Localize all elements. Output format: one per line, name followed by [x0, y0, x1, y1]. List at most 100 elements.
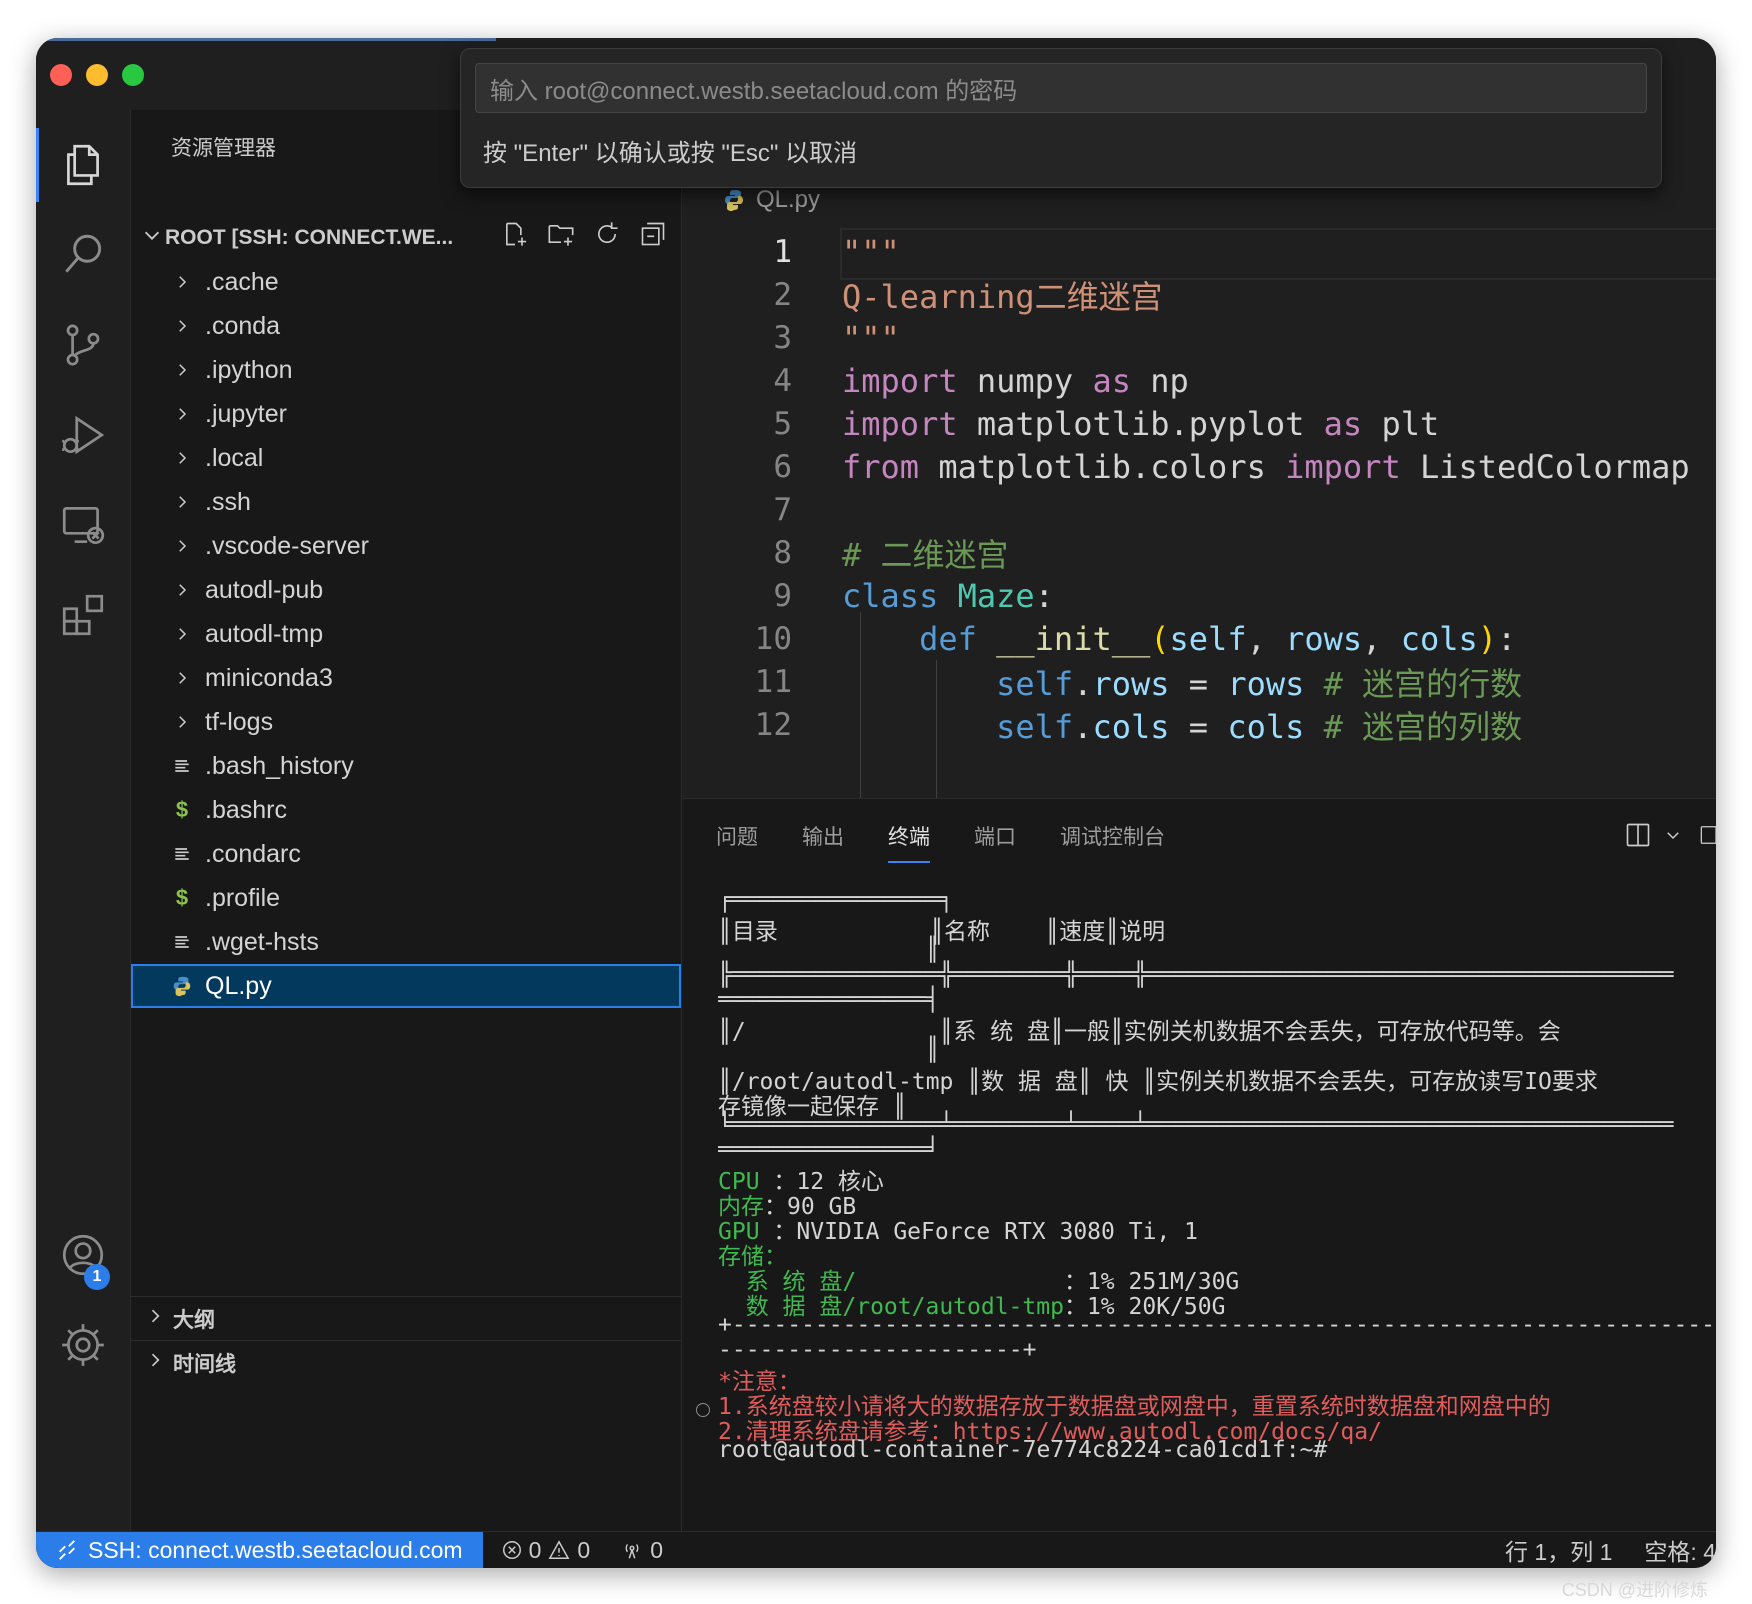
code-text: class Maze:: [842, 577, 1054, 615]
code-line[interactable]: 9 class Maze:: [682, 572, 1716, 620]
terminal-line: GPU ：NVIDIA GeForce RTX 3080 Ti, 1: [718, 1212, 1198, 1246]
code-line[interactable]: 11 self.rows = rows # 迷宫的行数: [682, 658, 1716, 706]
zoom-window-button[interactable]: [122, 64, 144, 86]
workspace-root[interactable]: ROOT [SSH: CONNECT.WE...: [131, 218, 681, 258]
files-icon: [67, 144, 99, 186]
tab-ql-py[interactable]: QL.py: [682, 186, 820, 214]
panel-tabs: 问题 输出 终端 端口 调试控制台: [716, 821, 1165, 863]
ports-indicator[interactable]: 0: [620, 1537, 663, 1564]
remote-icon: [59, 1540, 75, 1560]
code-token: matplotlib.pyplot: [957, 405, 1324, 443]
search-activity[interactable]: [36, 210, 130, 300]
cursor-position[interactable]: 行 1，列 1: [1505, 1533, 1612, 1567]
tree-item-label: .ssh: [205, 487, 251, 516]
collapse-all-icon[interactable]: [639, 220, 667, 248]
indentation-indicator[interactable]: 空格: 4: [1644, 1533, 1716, 1567]
code-line[interactable]: 12 self.cols = cols # 迷宫的列数: [682, 701, 1716, 749]
remote-explorer-activity[interactable]: [36, 480, 130, 570]
prompt-hint: 按 "Enter" 以确认或按 "Esc" 以取消: [483, 140, 858, 167]
tree-item-label: .bashrc: [205, 795, 287, 824]
tree-item-label: .profile: [205, 883, 281, 912]
code-line[interactable]: 7: [682, 486, 1716, 534]
code-line[interactable]: 5 import matplotlib.pyplot as plt: [682, 400, 1716, 448]
timeline-section[interactable]: 时间线: [131, 1340, 681, 1385]
code-token: ListedColormap: [1400, 448, 1690, 486]
line-number: 7: [773, 492, 792, 528]
tree-item[interactable]: .local: [131, 436, 681, 480]
tree-item[interactable]: .bash_history: [131, 744, 681, 788]
tree-item[interactable]: QL.py: [131, 964, 681, 1008]
code-token: :: [1034, 577, 1054, 615]
tree-item[interactable]: .condarc: [131, 832, 681, 876]
terminal-output[interactable]: ╒═══════════════╕ ║目录 ║名称 ║速度║说明 ║ ╠══════…: [718, 887, 1716, 1532]
status-bar: SSH: connect.westb.seetacloud.com 0 0 0 …: [36, 1531, 1716, 1568]
accounts-activity[interactable]: 1: [36, 1210, 130, 1300]
code-token: cols: [1400, 620, 1478, 658]
code-text: self.cols = cols # 迷宫的列数: [842, 702, 1522, 748]
tree-item[interactable]: miniconda3: [131, 656, 681, 700]
code-line[interactable]: 10 def __init__(self, rows, cols):: [682, 615, 1716, 663]
manage-activity[interactable]: [36, 1300, 130, 1390]
line-number: 4: [773, 363, 792, 399]
tree-item[interactable]: autodl-pub: [131, 568, 681, 612]
run-debug-activity[interactable]: [36, 390, 130, 480]
tree-item[interactable]: .cache: [131, 260, 681, 304]
close-window-button[interactable]: [50, 64, 72, 86]
panel-tab[interactable]: 端口: [974, 821, 1016, 863]
code-line[interactable]: 3 """: [682, 314, 1716, 362]
text-file-icon: [169, 844, 195, 864]
terminal-line: ╘═══════════════╧════════╧════╧═════════…: [718, 1112, 1674, 1138]
password-input[interactable]: 输入 root@connect.westb.seetacloud.com 的密码: [475, 63, 1647, 113]
code-token: self: [996, 665, 1074, 703]
code-line[interactable]: 6 from matplotlib.colors import ListedCol…: [682, 443, 1716, 491]
remote-explorer-icon: [62, 506, 105, 545]
tree-item[interactable]: autodl-tmp: [131, 612, 681, 656]
tree-item[interactable]: .wget-hsts: [131, 920, 681, 964]
code-token: plt: [1362, 405, 1440, 443]
tree-item[interactable]: .ipython: [131, 348, 681, 392]
code-text: """: [842, 319, 900, 357]
chevron-down-icon[interactable]: [1664, 826, 1682, 844]
tree-item-label: .ipython: [205, 355, 293, 384]
remote-indicator[interactable]: SSH: connect.westb.seetacloud.com: [36, 1532, 483, 1568]
code-editor[interactable]: 1 """ 2 Q-learning二维迷宫 3 """ 4 import numpy as …: [682, 228, 1716, 798]
extensions-activity[interactable]: [36, 570, 130, 660]
tree-item[interactable]: .jupyter: [131, 392, 681, 436]
code-line[interactable]: 8 # 二维迷宫: [682, 529, 1716, 577]
minimize-window-button[interactable]: [86, 64, 108, 86]
split-terminal-icon[interactable]: [1624, 821, 1652, 849]
panel-tab[interactable]: 问题: [716, 821, 758, 863]
outline-section[interactable]: 大纲: [131, 1296, 681, 1341]
code-line[interactable]: 4 import numpy as np: [682, 357, 1716, 405]
source-control-activity[interactable]: [36, 300, 130, 390]
code-token: cols: [1227, 708, 1305, 746]
explorer-activity[interactable]: [36, 120, 130, 210]
panel-layout-icon[interactable]: [1694, 821, 1716, 849]
tree-item[interactable]: $ .bashrc: [131, 788, 681, 832]
panel-tab[interactable]: 终端: [888, 821, 930, 863]
code-token: # 迷宫的列数: [1323, 708, 1523, 746]
chevron-right-icon: [169, 581, 195, 599]
panel-tab[interactable]: 调试控制台: [1060, 821, 1165, 863]
code-token: :: [1497, 620, 1517, 658]
chevron-down-icon: [141, 224, 165, 252]
refresh-icon[interactable]: [593, 220, 621, 248]
python-file-icon: [169, 975, 195, 997]
line-number: 11: [754, 664, 792, 700]
panel-tab[interactable]: 输出: [802, 821, 844, 863]
new-file-icon[interactable]: [501, 220, 529, 248]
tree-item[interactable]: tf-logs: [131, 700, 681, 744]
code-line[interactable]: 1 """: [682, 228, 1716, 276]
new-folder-icon[interactable]: [547, 220, 575, 248]
code-token: as: [1323, 405, 1363, 443]
tree-item[interactable]: .conda: [131, 304, 681, 348]
search-icon: [65, 234, 102, 273]
tree-item[interactable]: .ssh: [131, 480, 681, 524]
tree-item[interactable]: .vscode-server: [131, 524, 681, 568]
code-line[interactable]: 2 Q-learning二维迷宫: [682, 271, 1716, 319]
problems-indicator[interactable]: 0 0: [501, 1537, 590, 1564]
code-token: .: [1073, 708, 1093, 746]
tree-item[interactable]: $ .profile: [131, 876, 681, 920]
code-text: import matplotlib.pyplot as plt: [842, 405, 1439, 443]
